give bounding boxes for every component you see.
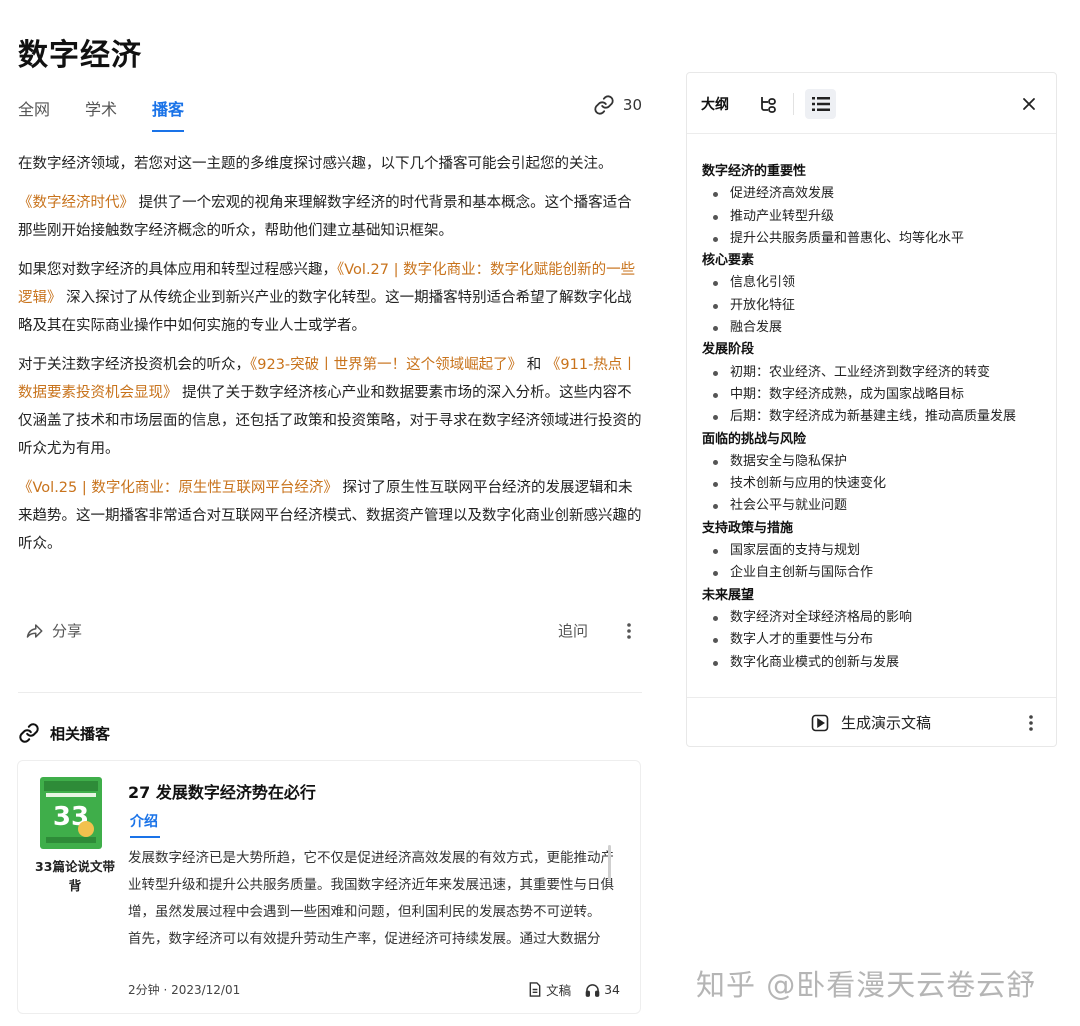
outline-section: 未来展望 数字经济对全球经济格局的影响 数字人才的重要性与分布 数字化商业模式的… — [702, 585, 1047, 674]
tab-podcast[interactable]: 播客 — [152, 96, 185, 132]
link-count[interactable]: 30 — [593, 94, 642, 116]
outline-item[interactable]: 企业自主创新与国际合作 — [702, 562, 1047, 584]
outline-section-heading: 面临的挑战与风险 — [702, 431, 807, 447]
document-icon — [529, 982, 541, 997]
link-icon — [594, 95, 614, 115]
answer-actions: 分享 追问 — [18, 616, 642, 646]
share-label: 分享 — [52, 622, 83, 640]
divider — [18, 692, 642, 693]
podcast-link-digital-era[interactable]: 《数字经济时代》 — [18, 195, 134, 211]
outline-item[interactable]: 数字经济对全球经济格局的影响 — [702, 607, 1047, 629]
podcast-channel-name: 33篇论说文带背 — [35, 859, 115, 893]
outline-section: 支持政策与措施 国家层面的支持与规划 企业自主创新与国际合作 — [702, 518, 1047, 585]
podcast-link-923[interactable]: 《923-突破丨世界第一！这个领域崛起了》 — [250, 357, 522, 373]
outline-footer: 生成演示文稿 — [687, 697, 1056, 746]
share-icon — [26, 623, 43, 638]
list-view-button[interactable] — [805, 89, 836, 119]
outline-item[interactable]: 初期：农业经济、工业经济到数字经济的转变 — [702, 362, 1047, 384]
outline-title: 大纲 — [701, 97, 729, 113]
outline-item[interactable]: 后期：数字经济成为新基建主线，推动高质量发展 — [702, 406, 1047, 428]
outline-section: 数字经济的重要性 促进经济高效发展 推动产业转型升级 提升公共服务质量和普惠化、… — [702, 161, 1047, 250]
tab-academic[interactable]: 学术 — [85, 96, 117, 120]
outline-item[interactable]: 提升公共服务质量和普惠化、均等化水平 — [702, 228, 1047, 250]
podcast-card[interactable]: 33 33篇论说文带背 27 发展数字经济势在必行 介绍 发展数字经济已是大势所… — [17, 760, 641, 1014]
outline-item[interactable]: 国家层面的支持与规划 — [702, 540, 1047, 562]
mindmap-icon[interactable] — [759, 94, 779, 114]
outline-item[interactable]: 推动产业转型升级 — [702, 206, 1047, 228]
listen-count: 34 — [585, 982, 620, 997]
link-count-value: 30 — [622, 96, 642, 114]
paragraph-5: 《Vol.25 | 数字化商业：原生性互联网平台经济》 探讨了原生性互联网平台经… — [18, 480, 642, 552]
paragraph-4: 对于关注数字经济投资机会的听众，《923-突破丨世界第一！这个领域崛起了》 和 … — [18, 357, 642, 457]
podcast-link-vol25[interactable]: 《Vol.25 | 数字化商业：原生性互联网平台经济》 — [18, 480, 338, 496]
generate-presentation-button[interactable]: 生成演示文稿 — [811, 712, 931, 733]
outline-item[interactable]: 中期：数字经济成熟，成为国家战略目标 — [702, 384, 1047, 406]
outline-item[interactable]: 社会公平与就业问题 — [702, 495, 1047, 517]
headphones-icon — [585, 983, 600, 997]
related-podcasts-heading: 相关播客 — [18, 722, 110, 744]
outline-section-heading: 核心要素 — [702, 253, 755, 269]
description-fade — [128, 947, 614, 973]
outline-item[interactable]: 促进经济高效发展 — [702, 183, 1047, 205]
watermark: 知乎 @卧看漫天云卷云舒 — [696, 968, 1037, 1002]
paragraph-3: 如果您对数字经济的具体应用和转型过程感兴趣，《Vol.27 | 数字化商业：数字… — [18, 262, 636, 334]
outline-body: 数字经济的重要性 促进经济高效发展 推动产业转型升级 提升公共服务质量和普惠化、… — [702, 161, 1047, 674]
outline-item[interactable]: 融合发展 — [702, 317, 1047, 339]
play-icon — [811, 714, 829, 731]
transcript-button[interactable]: 文稿 — [528, 980, 571, 999]
close-icon[interactable] — [1022, 97, 1036, 111]
outline-section-heading: 发展阶段 — [702, 342, 755, 358]
outline-item[interactable]: 数据安全与隐私保护 — [702, 451, 1047, 473]
outline-section: 核心要素 信息化引领 开放化特征 融合发展 — [702, 250, 1047, 339]
paragraph-2: 《数字经济时代》 提供了一个宏观的视角来理解数字经济的时代背景和基本概念。这个播… — [18, 195, 632, 239]
tab-intro[interactable]: 介绍 — [130, 811, 160, 838]
more-vertical-icon[interactable] — [626, 622, 632, 640]
outline-section-heading: 数字经济的重要性 — [702, 164, 807, 179]
outline-item[interactable]: 数字化商业模式的创新与发展 — [702, 652, 1047, 674]
outline-section-heading: 支持政策与措施 — [702, 520, 794, 536]
outline-item[interactable]: 信息化引领 — [702, 272, 1047, 294]
outline-section: 面临的挑战与风险 数据安全与隐私保护 技术创新与应用的快速变化 社会公平与就业问… — [702, 429, 1047, 518]
outline-section-heading: 未来展望 — [702, 587, 755, 603]
outline-section: 发展阶段 初期：农业经济、工业经济到数字经济的转变 中期：数字经济成熟，成为国家… — [702, 339, 1047, 428]
answer-article: 在数字经济领域，若您对这一主题的多维度探讨感兴趣，以下几个播客可能会引起您的关注… — [18, 150, 642, 569]
paragraph-intro: 在数字经济领域，若您对这一主题的多维度探讨感兴趣，以下几个播客可能会引起您的关注… — [18, 156, 613, 172]
outline-panel: 大纲 数字经济的重要性 促进经济高效发展 推动产业转型升级 提升公共服务质量和普… — [686, 72, 1057, 747]
header-separator — [793, 93, 794, 115]
more-vertical-icon[interactable] — [1028, 714, 1034, 732]
tab-web[interactable]: 全网 — [18, 96, 50, 120]
outline-header: 大纲 — [687, 73, 1056, 134]
podcast-cover-image[interactable]: 33 — [40, 777, 102, 849]
share-button[interactable]: 分享 — [26, 620, 82, 641]
episode-title[interactable]: 27 发展数字经济势在必行 — [128, 779, 316, 803]
followup-button[interactable]: 追问 — [558, 620, 588, 641]
outline-item[interactable]: 技术创新与应用的快速变化 — [702, 473, 1047, 495]
description-scrollbar[interactable] — [608, 845, 611, 881]
list-icon — [811, 97, 830, 111]
episode-meta: 2分钟 · 2023/12/01 — [128, 983, 241, 997]
outline-item[interactable]: 数字人才的重要性与分布 — [702, 629, 1047, 651]
outline-item[interactable]: 开放化特征 — [702, 295, 1047, 317]
page-title: 数字经济 — [18, 38, 142, 73]
episode-stats: 文稿 34 — [528, 980, 620, 999]
source-tabs: 全网 学术 播客 30 — [18, 94, 642, 136]
link-icon — [19, 723, 39, 743]
